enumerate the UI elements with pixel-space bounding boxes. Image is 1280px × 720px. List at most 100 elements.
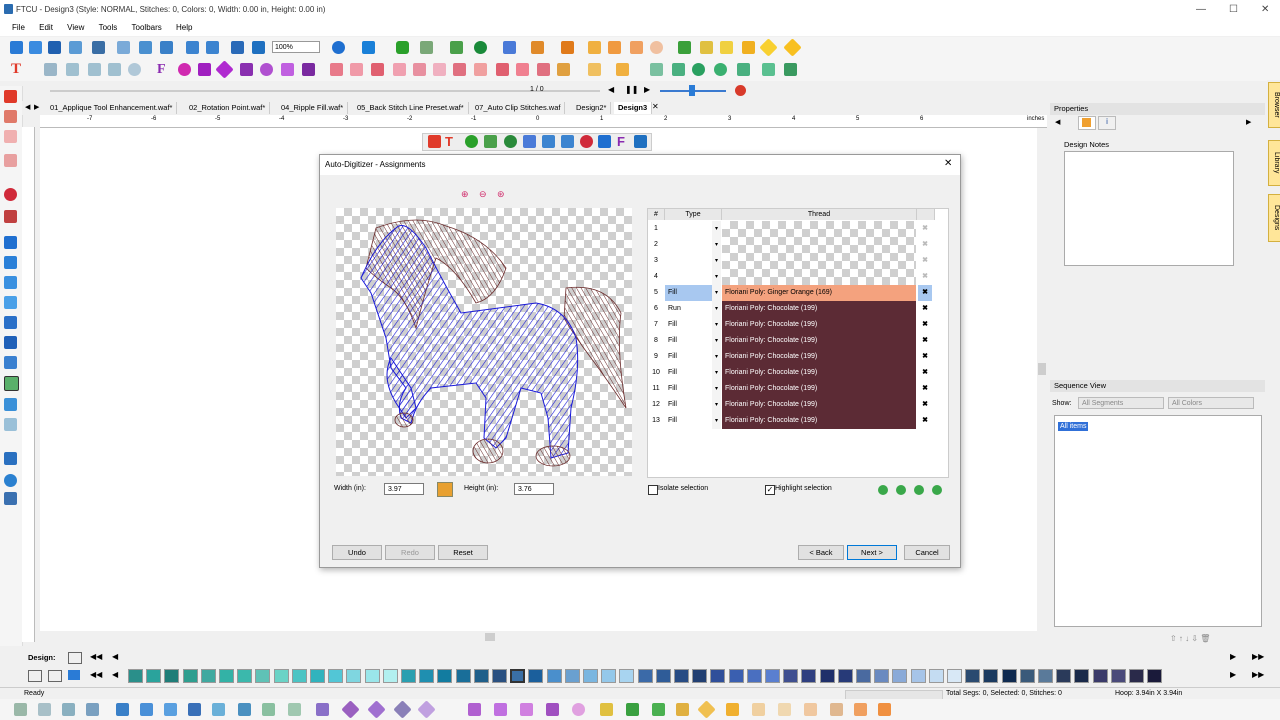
- color-swatch[interactable]: [182, 669, 198, 683]
- color-swatch[interactable]: [1019, 669, 1035, 683]
- type-select[interactable]: [665, 269, 713, 285]
- color-swatch[interactable]: [765, 669, 780, 683]
- color-swatch[interactable]: [965, 669, 981, 683]
- color-swatch[interactable]: [291, 669, 307, 683]
- type-select[interactable]: [665, 221, 713, 237]
- align-icon[interactable]: [88, 63, 101, 76]
- menu-file[interactable]: File: [12, 23, 25, 32]
- tab-applique[interactable]: 01_Applique Tool Enhancement.waf*: [46, 102, 178, 114]
- color-swatch[interactable]: [146, 669, 162, 683]
- redo-icon[interactable]: [206, 41, 219, 54]
- thread-cell[interactable]: Floriani Poly: Chocolate (199): [722, 333, 916, 349]
- color-swatch[interactable]: [710, 669, 726, 683]
- run-stitch-icon[interactable]: [14, 703, 27, 716]
- properties-tab[interactable]: [1078, 116, 1096, 130]
- palette-next2-icon[interactable]: ▶: [1230, 670, 1236, 679]
- all-items-entry[interactable]: All items: [1058, 422, 1089, 431]
- stitch-icon[interactable]: [678, 41, 691, 54]
- shapes-icon[interactable]: [503, 41, 516, 54]
- color-swatch[interactable]: [1038, 669, 1053, 683]
- tab-design2[interactable]: Design2*: [572, 102, 612, 114]
- save-icon[interactable]: [48, 41, 61, 54]
- split-shape-icon[interactable]: [804, 703, 817, 716]
- crop-icon[interactable]: [537, 63, 550, 76]
- motif-icon[interactable]: [188, 703, 201, 716]
- color-swatch[interactable]: [655, 669, 671, 683]
- color-swatch[interactable]: [564, 669, 580, 683]
- share-icon[interactable]: [362, 41, 375, 54]
- thread-cell[interactable]: Floriani Poly: Chocolate (199): [722, 397, 916, 413]
- bucket-icon[interactable]: [561, 41, 574, 54]
- color-swatch[interactable]: [1056, 669, 1072, 683]
- spiral-icon[interactable]: [238, 703, 251, 716]
- type-select[interactable]: Fill: [665, 397, 713, 413]
- satin-stitch-icon[interactable]: [62, 703, 75, 716]
- sequin-icon[interactable]: [546, 703, 559, 716]
- undo-icon[interactable]: [542, 135, 555, 148]
- delete-row-icon[interactable]: ✖: [918, 317, 932, 333]
- menu-edit[interactable]: Edit: [39, 23, 53, 32]
- fill-stitch-icon[interactable]: [86, 703, 99, 716]
- segments-select[interactable]: All Segments: [1078, 397, 1164, 409]
- zoom-out-icon[interactable]: ⊖: [479, 189, 487, 200]
- thread-cell[interactable]: [722, 237, 916, 253]
- photo-icon[interactable]: [762, 63, 775, 76]
- chevron-down-icon[interactable]: ▾: [712, 365, 721, 381]
- palette-first2-icon[interactable]: ◀◀: [90, 670, 102, 679]
- star-light-icon[interactable]: [417, 700, 436, 719]
- minimize-button[interactable]: —: [1196, 4, 1206, 15]
- delete-row-icon[interactable]: ✖: [918, 269, 932, 285]
- table-row[interactable]: 9 Fill ▾ Floriani Poly: Chocolate (199) ✖: [648, 349, 948, 365]
- zoom-icon[interactable]: [4, 188, 17, 201]
- table-row[interactable]: 8 Fill ▾ Floriani Poly: Chocolate (199) ✖: [648, 333, 948, 349]
- circle-tool-icon[interactable]: [504, 135, 517, 148]
- delete-row-icon[interactable]: ✖: [918, 333, 932, 349]
- color-swatch[interactable]: [1147, 669, 1163, 683]
- bean-stitch-icon[interactable]: [38, 703, 51, 716]
- palette-first-icon[interactable]: ◀◀: [90, 652, 102, 661]
- select-arrow-icon[interactable]: [4, 90, 17, 103]
- corner-icon[interactable]: [778, 703, 791, 716]
- tab-scroll-right-icon[interactable]: ▶: [34, 103, 39, 111]
- knife-icon[interactable]: [4, 154, 17, 167]
- scroll-thumb[interactable]: [1038, 363, 1046, 375]
- auto-icon[interactable]: [742, 41, 755, 54]
- move-top-icon[interactable]: [878, 485, 888, 495]
- color-swatch[interactable]: [1129, 669, 1144, 683]
- circle-icon[interactable]: [4, 418, 17, 431]
- emboss-icon[interactable]: [726, 703, 739, 716]
- rect-select-icon[interactable]: [330, 63, 343, 76]
- wave-fill-icon[interactable]: [116, 703, 129, 716]
- delete-row-icon[interactable]: ✖: [918, 413, 932, 429]
- design-preview[interactable]: [336, 208, 632, 476]
- color-swatch[interactable]: [619, 669, 635, 683]
- thread-cell[interactable]: Floriani Poly: Chocolate (199): [722, 301, 916, 317]
- globe-icon[interactable]: [465, 135, 478, 148]
- lock-icon[interactable]: [557, 63, 570, 76]
- applique-fill-icon[interactable]: [600, 703, 613, 716]
- settings-icon[interactable]: [634, 135, 647, 148]
- weld-icon[interactable]: [854, 703, 867, 716]
- flip-icon[interactable]: [413, 63, 426, 76]
- color-swatch[interactable]: [128, 669, 143, 683]
- monogram-icon[interactable]: [178, 63, 191, 76]
- menu-view[interactable]: View: [67, 23, 84, 32]
- reshape-icon[interactable]: [4, 130, 17, 143]
- color-swatch[interactable]: [473, 669, 489, 683]
- color-swatch[interactable]: [601, 669, 617, 683]
- type-select[interactable]: [665, 253, 713, 269]
- thread-cell[interactable]: [722, 221, 916, 237]
- scale-icon[interactable]: [433, 63, 446, 76]
- color-swatch[interactable]: [401, 669, 416, 683]
- ripple-icon[interactable]: [140, 703, 153, 716]
- pen-icon[interactable]: [450, 41, 463, 54]
- delete-row-icon[interactable]: ✖: [918, 237, 932, 253]
- view-icon[interactable]: [231, 41, 244, 54]
- color-swatch[interactable]: [328, 669, 344, 683]
- type-select[interactable]: Run: [665, 301, 713, 317]
- next-button[interactable]: Next >: [847, 545, 897, 560]
- table-row[interactable]: 6 Run ▾ Floriani Poly: Chocolate (199) ✖: [648, 301, 948, 317]
- chevron-down-icon[interactable]: ▾: [712, 285, 721, 301]
- zoom-fit-icon[interactable]: ⊛: [497, 189, 505, 200]
- zoom-select[interactable]: 100%: [272, 41, 320, 53]
